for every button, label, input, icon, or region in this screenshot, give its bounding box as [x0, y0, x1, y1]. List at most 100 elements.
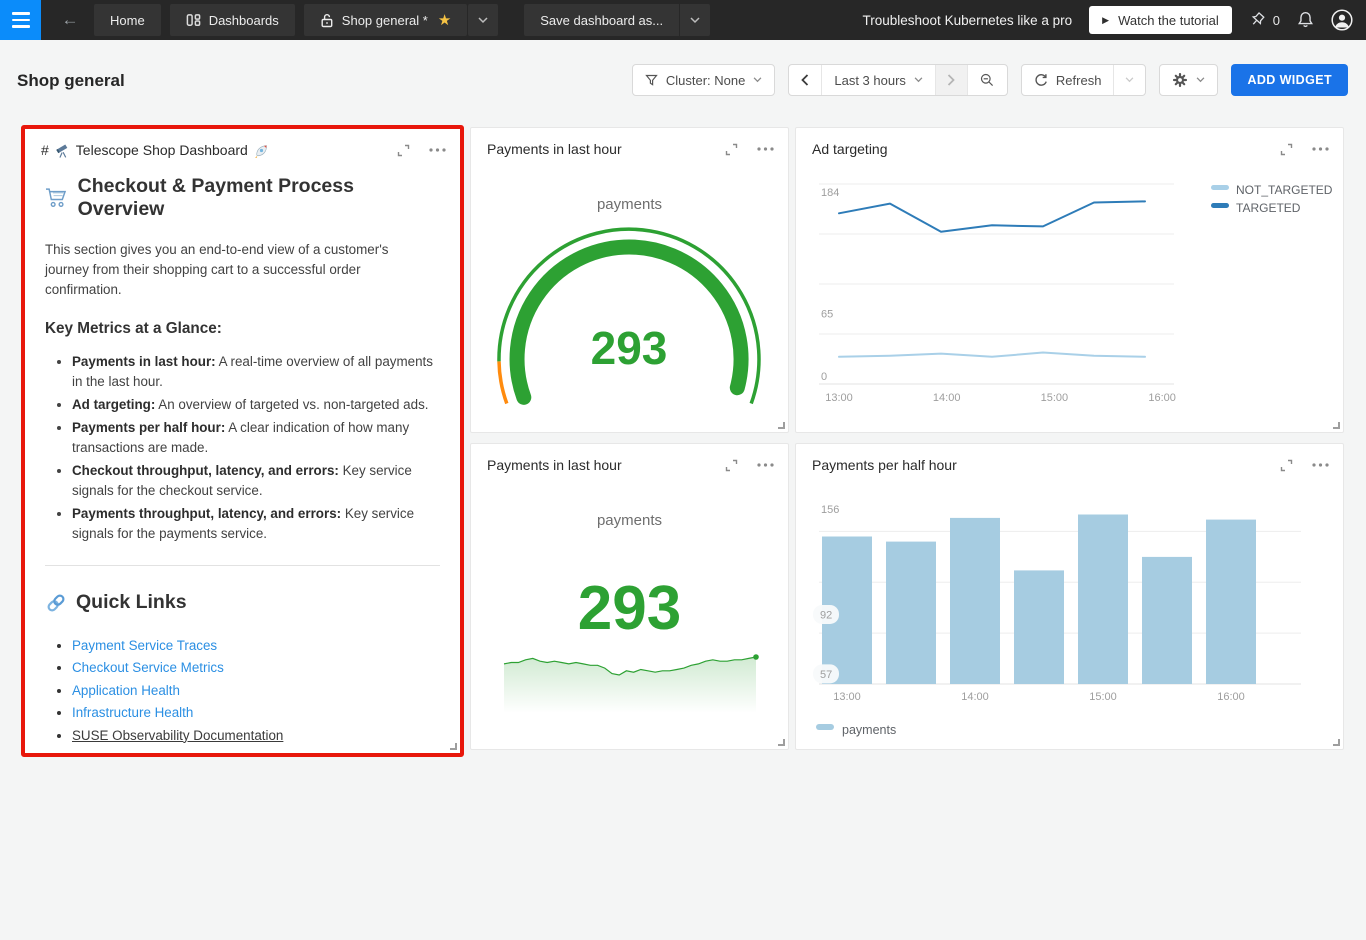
- payments-gauge-chart: 293: [479, 218, 779, 414]
- svg-text:15:00: 15:00: [1089, 691, 1117, 703]
- back-button[interactable]: ←: [55, 10, 85, 30]
- chevron-down-icon: [753, 77, 762, 83]
- chevron-down-icon: [914, 77, 923, 83]
- resize-handle[interactable]: [778, 739, 785, 746]
- widget-menu-icon[interactable]: [1312, 463, 1329, 467]
- widget-menu-icon[interactable]: [757, 463, 774, 467]
- favorite-star-icon[interactable]: ★: [438, 13, 451, 28]
- svg-text:13:00: 13:00: [833, 691, 861, 703]
- link-icon: [45, 592, 67, 614]
- tab-dashboards-label: Dashboards: [209, 13, 279, 28]
- expand-widget-icon[interactable]: [725, 143, 738, 156]
- list-item: Infrastructure Health: [72, 702, 440, 724]
- widget-payments-gauge[interactable]: Payments in last hour payments 293: [470, 127, 789, 433]
- svg-text:0: 0: [821, 371, 827, 383]
- link-checkout-service-metrics[interactable]: Checkout Service Metrics: [72, 660, 224, 675]
- unlocked-icon: [320, 13, 334, 28]
- gear-icon: [1172, 72, 1188, 88]
- tab-dashboards[interactable]: Dashboards: [170, 4, 295, 36]
- notifications-bell-icon[interactable]: [1297, 11, 1314, 29]
- svg-text:57: 57: [820, 669, 832, 681]
- refresh-icon: [1034, 73, 1048, 87]
- dashboard-settings-button[interactable]: [1159, 64, 1218, 96]
- svg-text:65: 65: [821, 308, 833, 320]
- refresh-options-chevron[interactable]: [1113, 65, 1145, 95]
- rocket-icon: [254, 143, 269, 158]
- widget-markdown-overview[interactable]: # Telescope Shop Dashboard: [21, 125, 464, 757]
- expand-widget-icon[interactable]: [725, 459, 738, 472]
- cluster-filter-button[interactable]: Cluster: None: [632, 64, 775, 96]
- divider: [45, 565, 440, 566]
- list-item: Payments throughput, latency, and errors…: [72, 504, 440, 544]
- quick-links-heading: Quick Links: [45, 591, 440, 614]
- payments-sparkline-chart: [501, 649, 759, 721]
- widget-title: Payments in last hour: [487, 457, 622, 473]
- link-infrastructure-health[interactable]: Infrastructure Health: [72, 705, 193, 720]
- save-dashboard-chevron[interactable]: [680, 17, 710, 24]
- svg-text:156: 156: [821, 504, 839, 516]
- payments-bar-chart: 156925713:0014:0015:0016:00payments: [796, 444, 1345, 751]
- list-item: Payments per half hour: A clear indicati…: [72, 418, 440, 458]
- link-payment-service-traces[interactable]: Payment Service Traces: [72, 638, 217, 653]
- promo-text: Troubleshoot Kubernetes like a pro: [863, 13, 1073, 28]
- list-item: SUSE Observability Documentation: [72, 725, 440, 747]
- widget-title: Payments in last hour: [487, 141, 622, 157]
- metrics-heading: Key Metrics at a Glance:: [45, 320, 440, 338]
- widget-ad-targeting[interactable]: Ad targeting 18465013:0014:0015:0016:00N…: [795, 127, 1344, 433]
- top-navbar: ← Home Dashboards Shop general * ★ Save …: [0, 0, 1366, 40]
- widget-payments-number[interactable]: Payments in last hour payments 293: [470, 443, 789, 750]
- svg-text:16:00: 16:00: [1148, 392, 1176, 404]
- resize-handle[interactable]: [1333, 422, 1340, 429]
- svg-text:13:00: 13:00: [825, 392, 853, 404]
- svg-text:TARGETED: TARGETED: [1236, 201, 1301, 215]
- metrics-list: Payments in last hour: A real-time overv…: [45, 352, 440, 544]
- chevron-down-icon: [1196, 77, 1205, 83]
- payments-value: 293: [471, 574, 788, 644]
- svg-text:14:00: 14:00: [961, 691, 989, 703]
- chevron-right-icon: [947, 74, 955, 86]
- time-range-control: Last 3 hours: [788, 64, 1008, 96]
- pinned-views[interactable]: 0: [1249, 12, 1280, 29]
- time-range-button[interactable]: Last 3 hours: [821, 65, 935, 95]
- refresh-button[interactable]: Refresh: [1022, 65, 1114, 95]
- widget-title: # Telescope Shop Dashboard: [41, 142, 269, 158]
- shopping-cart-icon: [45, 187, 69, 209]
- avatar[interactable]: [1331, 9, 1353, 31]
- widget-menu-icon[interactable]: [1312, 147, 1329, 151]
- zoom-out-icon: [980, 73, 994, 87]
- expand-widget-icon[interactable]: [1280, 459, 1293, 472]
- dashboard-toolbar: Cluster: None Last 3 hours: [632, 64, 1348, 96]
- resize-handle[interactable]: [778, 422, 785, 429]
- save-dashboard-button[interactable]: Save dashboard as...: [524, 13, 679, 28]
- tab-home[interactable]: Home: [94, 4, 161, 36]
- overview-intro: This section gives you an end-to-end vie…: [45, 240, 431, 300]
- tab-options-chevron[interactable]: [468, 4, 498, 36]
- tab-shop-general[interactable]: Shop general * ★: [304, 4, 467, 36]
- time-back-button[interactable]: [789, 65, 821, 95]
- refresh-control: Refresh: [1021, 64, 1147, 96]
- list-item: Checkout throughput, latency, and errors…: [72, 461, 440, 501]
- svg-text:184: 184: [821, 187, 839, 199]
- expand-widget-icon[interactable]: [1280, 143, 1293, 156]
- widget-payments-per-half-hour[interactable]: Payments per half hour 156925713:0014:00…: [795, 443, 1344, 750]
- quick-links-list: Payment Service Traces Checkout Service …: [45, 635, 440, 747]
- list-item: Ad targeting: An overview of targeted vs…: [72, 395, 440, 415]
- resize-handle[interactable]: [450, 743, 457, 750]
- overview-heading: Checkout & Payment Process Overview: [45, 175, 440, 221]
- metric-label: payments: [471, 512, 788, 529]
- widget-title: Ad targeting: [812, 141, 888, 157]
- time-forward-button[interactable]: [935, 65, 967, 95]
- save-dashboard-group: Save dashboard as...: [524, 4, 710, 36]
- menu-button[interactable]: [0, 0, 41, 40]
- link-suse-observability-documentation[interactable]: SUSE Observability Documentation: [72, 728, 283, 743]
- add-widget-button[interactable]: ADD WIDGET: [1231, 64, 1348, 96]
- link-application-health[interactable]: Application Health: [72, 683, 180, 698]
- chevron-down-icon: [478, 17, 488, 24]
- watch-tutorial-button[interactable]: ▶ Watch the tutorial: [1089, 6, 1232, 34]
- zoom-out-time-button[interactable]: [967, 65, 1007, 95]
- expand-widget-icon[interactable]: [397, 144, 410, 157]
- chevron-down-icon: [1125, 77, 1134, 83]
- widget-menu-icon[interactable]: [429, 148, 446, 152]
- widget-menu-icon[interactable]: [757, 147, 774, 151]
- resize-handle[interactable]: [1333, 739, 1340, 746]
